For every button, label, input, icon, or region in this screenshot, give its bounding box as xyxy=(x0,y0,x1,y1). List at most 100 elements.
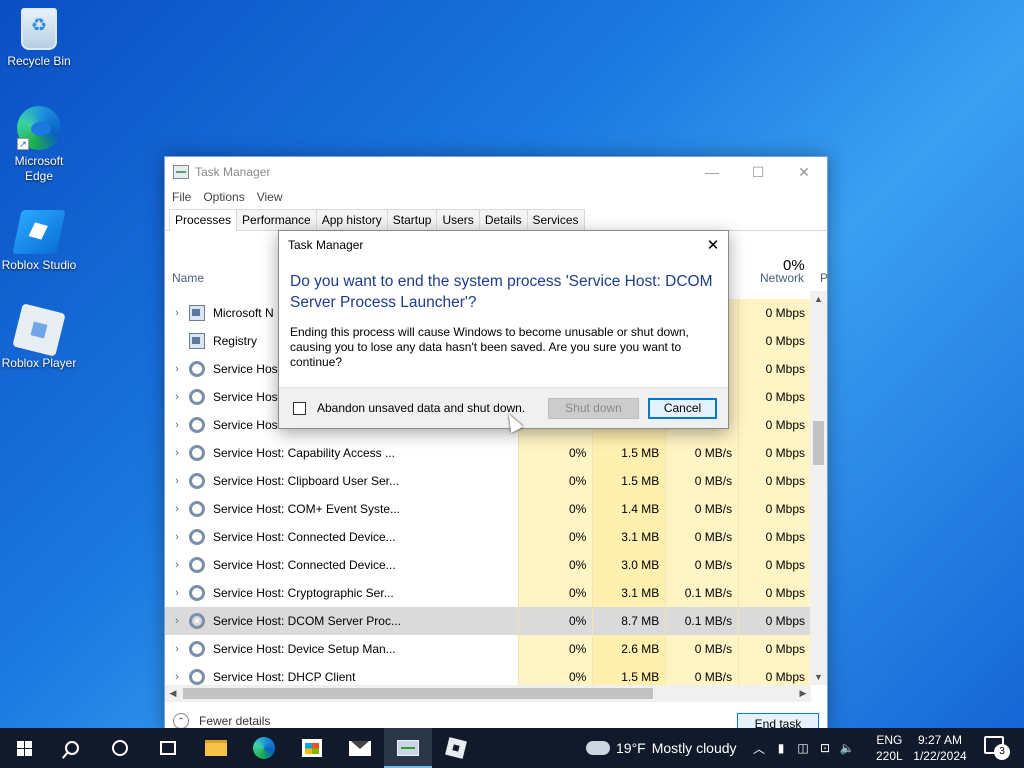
tab-app-history[interactable]: App history xyxy=(315,209,388,230)
window-icon xyxy=(188,333,205,349)
scroll-left-icon[interactable]: ◀ xyxy=(165,688,181,699)
start-button[interactable] xyxy=(0,728,48,768)
search-button[interactable] xyxy=(48,728,96,768)
process-row[interactable]: › Service Host: Connected Device... 0% 3.1 … xyxy=(165,523,811,551)
store-button[interactable] xyxy=(288,728,336,768)
network-cell: 0 Mbps xyxy=(738,635,811,663)
process-row[interactable]: › Service Host: Capability Access ... 0% 1.… xyxy=(165,439,811,467)
window-title: Task Manager xyxy=(195,165,271,179)
expand-chevron-icon[interactable]: › xyxy=(165,503,189,515)
menu-bar: File Options View xyxy=(165,187,827,207)
cancel-button[interactable]: Cancel xyxy=(648,397,717,419)
input-language[interactable]: ENG 220L xyxy=(876,732,903,764)
gear-icon xyxy=(188,529,205,545)
clock[interactable]: 9:27 AM 1/22/2024 xyxy=(912,732,968,764)
process-name: Service Host: DCOM Server Proc... xyxy=(212,614,401,628)
network-icon[interactable]: ⊡ xyxy=(818,741,832,755)
scroll-down-icon[interactable]: ▼ xyxy=(810,669,827,685)
expand-chevron-icon[interactable]: › xyxy=(165,559,189,571)
process-row[interactable]: › Service Host: Clipboard User Ser... 0% 1.… xyxy=(165,467,811,495)
expand-chevron-icon[interactable]: › xyxy=(165,363,189,375)
expand-chevron-icon[interactable]: › xyxy=(165,475,189,487)
expand-chevron-icon[interactable]: › xyxy=(165,643,189,655)
gear-icon xyxy=(188,557,205,573)
edge-button[interactable] xyxy=(240,728,288,768)
cpu-cell: 0% xyxy=(518,523,593,551)
menu-options[interactable]: Options xyxy=(203,190,244,204)
battery-icon[interactable]: ▮ xyxy=(774,741,788,755)
abandon-data-label[interactable]: Abandon unsaved data and shut down. xyxy=(317,401,525,415)
roblox-icon xyxy=(445,737,467,759)
scroll-up-icon[interactable]: ▲ xyxy=(810,291,827,307)
column-next[interactable]: P xyxy=(820,271,828,285)
chevron-up-icon[interactable]: ︿ xyxy=(752,741,766,756)
weather-widget[interactable]: 19°F Mostly cloudy xyxy=(584,735,737,756)
desktop-icon-microsoft-edge[interactable]: ↗ Microsoft Edge xyxy=(1,106,77,184)
process-name: Service Host: Connected Device... xyxy=(212,558,396,572)
menu-file[interactable]: File xyxy=(172,190,191,204)
expand-chevron-icon[interactable]: › xyxy=(165,615,189,627)
process-row[interactable]: › Service Host: Connected Device... 0% 3.0 … xyxy=(165,551,811,579)
notification-center-icon[interactable]: 3 xyxy=(984,736,1010,760)
shut-down-button[interactable]: Shut down xyxy=(548,397,639,419)
network-cell: 0 Mbps xyxy=(738,355,811,383)
expand-chevron-icon[interactable]: › xyxy=(165,447,189,459)
column-network[interactable]: Network xyxy=(760,271,804,285)
roblox-studio-icon xyxy=(12,210,66,254)
shortcut-arrow-icon: ↗ xyxy=(17,138,29,150)
scroll-right-icon[interactable]: ▶ xyxy=(795,688,811,699)
task-view-button[interactable] xyxy=(144,728,192,768)
tab-details[interactable]: Details xyxy=(478,209,528,230)
desktop-icon-recycle-bin[interactable]: Recycle Bin xyxy=(1,8,77,69)
disk-cell: 0 MB/s xyxy=(665,663,739,687)
scroll-thumb-horizontal[interactable] xyxy=(183,688,653,699)
fewer-details-label: Fewer details xyxy=(199,714,271,728)
roblox-taskbar-button[interactable] xyxy=(432,728,480,768)
vertical-scrollbar[interactable]: ▲ ▼ xyxy=(810,291,827,685)
process-row[interactable]: › Service Host: Device Setup Man... 0% 2.6 … xyxy=(165,635,811,663)
close-button[interactable]: ✕ xyxy=(781,157,827,187)
tab-users[interactable]: Users xyxy=(436,209,480,230)
network-cell: 0 Mbps xyxy=(738,411,811,439)
mail-button[interactable] xyxy=(336,728,384,768)
horizontal-scrollbar[interactable]: ◀ ▶ xyxy=(165,685,811,702)
tab-performance[interactable]: Performance xyxy=(236,209,317,230)
desktop-icon-roblox-studio[interactable]: Roblox Studio xyxy=(1,210,77,273)
network-cell: 0 Mbps xyxy=(738,495,811,523)
expand-chevron-icon[interactable]: › xyxy=(165,587,189,599)
expand-chevron-icon[interactable]: › xyxy=(165,671,189,683)
scroll-thumb[interactable] xyxy=(813,421,824,465)
column-name[interactable]: Name xyxy=(172,271,204,285)
tab-startup[interactable]: Startup xyxy=(386,209,438,230)
dialog-close-icon[interactable]: ✕ xyxy=(698,231,728,259)
expand-chevron-icon[interactable]: › xyxy=(165,307,189,319)
desktop-icon-roblox-player[interactable]: Roblox Player xyxy=(1,303,77,371)
tab-services[interactable]: Services xyxy=(526,209,585,230)
title-bar[interactable]: Task Manager — ☐ ✕ xyxy=(165,157,827,187)
fewer-details-link[interactable]: ⌃ Fewer details xyxy=(173,713,270,729)
file-explorer-button[interactable] xyxy=(192,728,240,768)
cpu-cell: 0% xyxy=(518,439,593,467)
expand-chevron-icon[interactable]: › xyxy=(165,419,189,431)
expand-chevron-icon[interactable]: › xyxy=(165,391,189,403)
task-manager-taskbar-button[interactable] xyxy=(384,728,432,768)
process-row[interactable]: › Service Host: DHCP Client 0% 1.5 MB 0 MB/s… xyxy=(165,663,811,687)
network-cell: 0 Mbps xyxy=(738,579,811,607)
expand-chevron-icon[interactable]: › xyxy=(165,531,189,543)
dialog-message: Ending this process will cause Windows t… xyxy=(290,325,689,369)
meet-now-icon[interactable]: ◫ xyxy=(796,741,810,755)
dialog-title-bar[interactable]: Task Manager ✕ xyxy=(279,231,728,259)
network-cell: 0 Mbps xyxy=(738,607,811,635)
process-row[interactable]: › Service Host: Cryptographic Ser... 0% 3.1… xyxy=(165,579,811,607)
process-row[interactable]: › Service Host: DCOM Server Proc... 0% 8.7 … xyxy=(165,607,811,635)
maximize-button[interactable]: ☐ xyxy=(735,157,781,187)
menu-view[interactable]: View xyxy=(257,190,283,204)
recycle-bin-icon xyxy=(21,8,57,50)
cortana-button[interactable] xyxy=(96,728,144,768)
volume-muted-icon[interactable]: 🔈 xyxy=(840,741,855,755)
abandon-data-checkbox[interactable] xyxy=(293,401,306,415)
tab-processes[interactable]: Processes xyxy=(169,209,238,231)
cpu-cell: 0% xyxy=(518,663,593,687)
minimize-button[interactable]: — xyxy=(689,157,735,187)
process-row[interactable]: › Service Host: COM+ Event Syste... 0% 1.4 … xyxy=(165,495,811,523)
